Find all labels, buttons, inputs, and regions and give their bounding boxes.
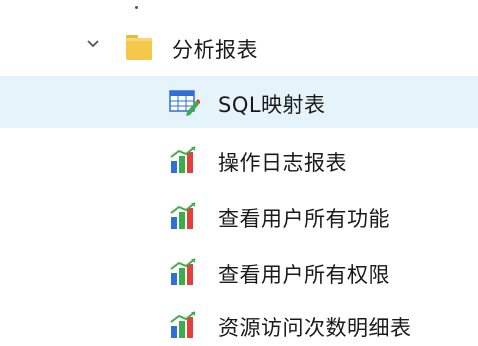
tree-item-view-user-functions[interactable]: 查看用户所有功能 (0, 190, 478, 242)
tree-item-label: 查看用户所有权限 (218, 263, 390, 287)
tree-item-label: SQL映射表 (218, 93, 326, 117)
tree-item-resource-access-details[interactable]: 资源访问次数明细表 (0, 302, 478, 346)
table-edit-icon (169, 90, 200, 116)
chevron-down-icon[interactable] (86, 37, 100, 51)
bar-chart-icon (170, 146, 196, 173)
scroll-remnant (135, 6, 138, 9)
bar-chart-icon (170, 258, 196, 285)
tree-folder-analysis-reports[interactable]: 分析报表 (0, 22, 478, 74)
tree-item-operation-log-report[interactable]: 操作日志报表 (0, 134, 478, 186)
tree-item-label: 查看用户所有功能 (218, 207, 390, 231)
tree-item-label: 资源访问次数明细表 (218, 316, 412, 340)
tree-item-sql-mapping[interactable]: SQL映射表 (0, 76, 478, 128)
file-tree: 分析报表 SQL映射表 操作日志报表 查看用户所有功能 查看用户所有权限 资源访… (0, 0, 478, 346)
tree-item-label: 操作日志报表 (218, 151, 347, 175)
bar-chart-icon (170, 311, 196, 338)
bar-chart-icon (170, 202, 196, 229)
folder-label: 分析报表 (172, 38, 258, 62)
tree-item-view-user-permissions[interactable]: 查看用户所有权限 (0, 246, 478, 298)
folder-icon (126, 35, 152, 60)
